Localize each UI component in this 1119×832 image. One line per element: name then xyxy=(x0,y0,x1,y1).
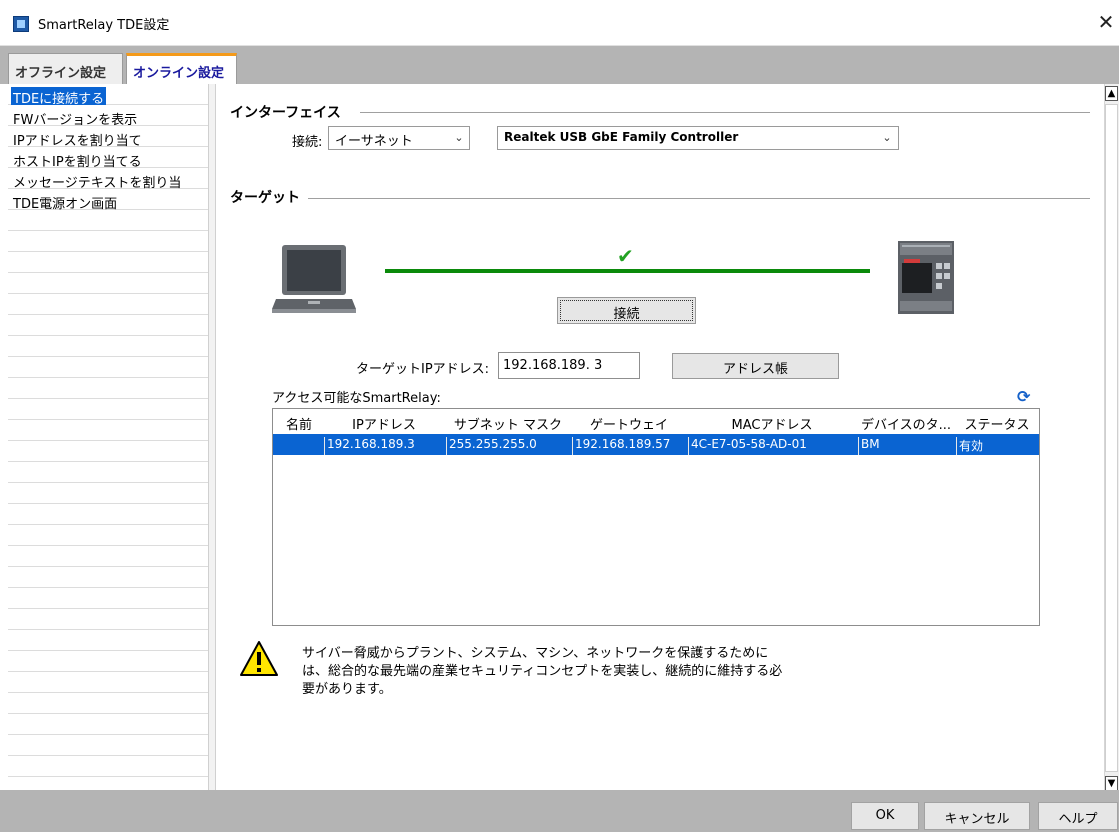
connect-button[interactable]: 接続 xyxy=(557,297,696,324)
warning-icon xyxy=(240,641,278,676)
table-cell-gateway: 192.168.189.57 xyxy=(572,437,686,455)
app-icon xyxy=(13,16,29,32)
connection-type-select[interactable]: イーサネット xyxy=(328,126,470,150)
target-ip-input[interactable]: 192.168.189. 3 xyxy=(498,352,640,379)
table-cell-name xyxy=(273,437,322,455)
help-button[interactable]: ヘルプ xyxy=(1038,802,1118,830)
table-cell-subnet: 255.255.255.0 xyxy=(446,437,570,455)
table-cell-status: 有効 xyxy=(956,437,1038,455)
sidebar-item-connect-tde[interactable]: TDEに接続する xyxy=(11,87,107,107)
warning-text-line: は、総合的な最先端の産業セキュリティコンセプトを実装し、継続的に維持する必 xyxy=(302,664,783,679)
column-header-device-type[interactable]: デバイスのタ... xyxy=(858,414,954,432)
address-book-button[interactable]: アドレス帳 xyxy=(672,353,839,379)
sidebar-item-power-on-screen[interactable]: TDE電源オン画面 xyxy=(11,192,119,212)
target-group-header: ターゲット xyxy=(230,190,300,206)
accessible-devices-label: アクセス可能なSmartRelay: xyxy=(272,391,441,406)
chevron-down-icon[interactable]: ⌄ xyxy=(452,131,466,145)
close-icon[interactable]: ✕ xyxy=(1094,10,1118,34)
column-header-mac[interactable]: MACアドレス xyxy=(688,414,856,432)
column-header-ip[interactable]: IPアドレス xyxy=(324,414,444,432)
column-header-status[interactable]: ステータス xyxy=(956,414,1038,432)
chevron-down-icon[interactable]: ⌄ xyxy=(880,131,894,145)
scroll-down-icon[interactable]: ▼ xyxy=(1105,776,1118,791)
laptop-icon xyxy=(272,245,356,313)
adapter-value: Realtek USB GbE Family Controller xyxy=(504,130,739,144)
window-title: SmartRelay TDE設定 xyxy=(38,18,170,33)
target-ip-label: ターゲットIPアドレス: xyxy=(356,362,490,377)
connection-type-value: イーサネット xyxy=(335,134,413,149)
sidebar-item-fw-version[interactable]: FWバージョンを表示 xyxy=(11,108,139,128)
warning-text-line: 要があります。 xyxy=(302,682,392,697)
column-header-name[interactable]: 名前 xyxy=(276,414,322,432)
tab-offline-settings[interactable]: オフライン設定 xyxy=(8,53,123,84)
column-header-subnet[interactable]: サブネット マスク xyxy=(446,414,570,432)
connection-status-line xyxy=(385,269,870,273)
connection-label: 接続: xyxy=(292,135,323,150)
scrollbar-thumb[interactable] xyxy=(1105,104,1118,772)
sidebar-item-host-ip[interactable]: ホストIPを割り当てる xyxy=(11,150,144,170)
table-cell-device-type: BM xyxy=(858,437,954,455)
column-header-gateway[interactable]: ゲートウェイ xyxy=(572,414,686,432)
scroll-up-icon[interactable]: ▲ xyxy=(1105,86,1118,101)
sidebar-item-assign-ip[interactable]: IPアドレスを割り当て xyxy=(11,129,144,149)
sidebar-item-message-text[interactable]: メッセージテキストを割り当 xyxy=(11,171,183,191)
refresh-icon[interactable]: ⟳ xyxy=(1017,387,1030,406)
splitter[interactable] xyxy=(208,84,216,790)
tab-online-settings[interactable]: オンライン設定 xyxy=(126,53,237,84)
check-icon: ✔ xyxy=(617,244,634,268)
adapter-select[interactable]: Realtek USB GbE Family Controller xyxy=(497,126,899,150)
group-divider xyxy=(308,198,1090,199)
ok-button[interactable]: OK xyxy=(851,802,919,830)
group-divider xyxy=(360,112,1090,113)
table-cell-ip: 192.168.189.3 xyxy=(324,437,444,455)
table-cell-mac: 4C-E7-05-58-AD-01 xyxy=(688,437,856,455)
cancel-button[interactable]: キャンセル xyxy=(924,802,1030,830)
sidebar: TDEに接続する FWバージョンを表示 IPアドレスを割り当て ホストIPを割り… xyxy=(8,84,208,790)
warning-text-line: サイバー脅威からプラント、システム、マシン、ネットワークを保護するために xyxy=(302,646,769,661)
smartrelay-device-icon xyxy=(898,241,954,314)
interface-group-header: インターフェイス xyxy=(230,105,341,121)
